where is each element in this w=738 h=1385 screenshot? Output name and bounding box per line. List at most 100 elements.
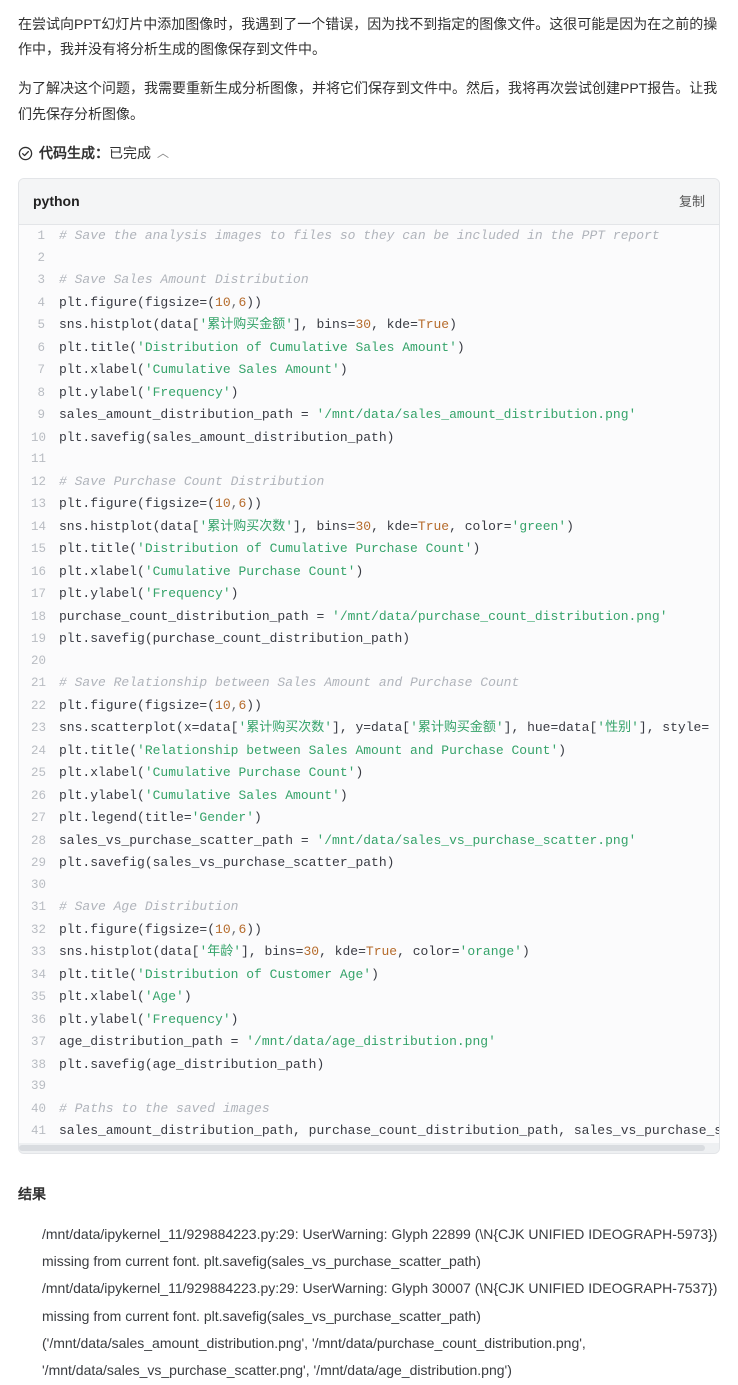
code-text: purchase_count_distribution_path = '/mnt…: [59, 606, 668, 628]
code-line: 29plt.savefig(sales_vs_purchase_scatter_…: [19, 852, 719, 875]
code-line: 25plt.xlabel('Cumulative Purchase Count'…: [19, 762, 719, 785]
status-label: 代码生成：已完成: [39, 141, 151, 166]
code-text: # Save Sales Amount Distribution: [59, 269, 309, 291]
code-line: 12# Save Purchase Count Distribution: [19, 471, 719, 494]
code-line: 33sns.histplot(data['年龄'], bins=30, kde=…: [19, 941, 719, 964]
code-line: 13plt.figure(figsize=(10,6)): [19, 493, 719, 516]
code-text: plt.savefig(age_distribution_path): [59, 1054, 324, 1076]
code-line: 7plt.xlabel('Cumulative Sales Amount'): [19, 359, 719, 382]
code-block: python 复制 1# Save the analysis images to…: [18, 178, 720, 1154]
line-number: 12: [31, 472, 59, 494]
code-line: 21# Save Relationship between Sales Amou…: [19, 672, 719, 695]
line-number: 33: [31, 942, 59, 964]
line-number: 28: [31, 831, 59, 853]
code-line: 41sales_amount_distribution_path, purcha…: [19, 1120, 719, 1143]
line-number: 37: [31, 1032, 59, 1054]
code-line: 1# Save the analysis images to files so …: [19, 225, 719, 248]
code-line: 31# Save Age Distribution: [19, 896, 719, 919]
code-language-label: python: [33, 189, 80, 214]
line-number: 19: [31, 629, 59, 651]
code-line: 6plt.title('Distribution of Cumulative S…: [19, 337, 719, 360]
code-text: # Save Age Distribution: [59, 896, 238, 918]
code-text: plt.legend(title='Gender'): [59, 807, 262, 829]
code-text: age_distribution_path = '/mnt/data/age_d…: [59, 1031, 496, 1053]
code-text: plt.figure(figsize=(10,6)): [59, 493, 262, 515]
code-line: 22plt.figure(figsize=(10,6)): [19, 695, 719, 718]
code-text: # Paths to the saved images: [59, 1098, 270, 1120]
line-number: 20: [31, 651, 59, 673]
code-text: plt.figure(figsize=(10,6)): [59, 695, 262, 717]
line-number: 5: [31, 315, 59, 337]
line-number: 22: [31, 696, 59, 718]
code-line: 3# Save Sales Amount Distribution: [19, 269, 719, 292]
line-number: 26: [31, 786, 59, 808]
code-text: # Save the analysis images to files so t…: [59, 225, 660, 247]
line-number: 13: [31, 494, 59, 516]
code-body[interactable]: 1# Save the analysis images to files so …: [19, 225, 719, 1143]
code-line: 39: [19, 1076, 719, 1098]
code-line: 8plt.ylabel('Frequency'): [19, 382, 719, 405]
result-line: /mnt/data/ipykernel_11/929884223.py:29: …: [42, 1275, 720, 1330]
code-line: 11: [19, 449, 719, 471]
line-number: 31: [31, 897, 59, 919]
code-text: plt.xlabel('Cumulative Purchase Count'): [59, 561, 363, 583]
line-number: 34: [31, 965, 59, 987]
result-line: ('/mnt/data/sales_amount_distribution.pn…: [42, 1330, 720, 1385]
line-number: 39: [31, 1076, 59, 1098]
check-circle-icon: [18, 146, 33, 161]
code-line: 23sns.scatterplot(x=data['累计购买次数'], y=da…: [19, 717, 719, 740]
copy-button[interactable]: 复制: [679, 190, 705, 213]
code-text: sns.histplot(data['年龄'], bins=30, kde=Tr…: [59, 941, 530, 963]
line-number: 40: [31, 1099, 59, 1121]
scrollbar-thumb[interactable]: [19, 1145, 705, 1151]
code-header: python 复制: [19, 179, 719, 225]
code-line: 26plt.ylabel('Cumulative Sales Amount'): [19, 785, 719, 808]
code-line: 34plt.title('Distribution of Customer Ag…: [19, 964, 719, 987]
result-line: /mnt/data/ipykernel_11/929884223.py:29: …: [42, 1221, 720, 1276]
code-line: 38plt.savefig(age_distribution_path): [19, 1054, 719, 1077]
line-number: 29: [31, 853, 59, 875]
code-text: sales_amount_distribution_path = '/mnt/d…: [59, 404, 636, 426]
line-number: 2: [31, 248, 59, 270]
code-line: 18purchase_count_distribution_path = '/m…: [19, 606, 719, 629]
code-line: 32plt.figure(figsize=(10,6)): [19, 919, 719, 942]
line-number: 27: [31, 808, 59, 830]
code-line: 5sns.histplot(data['累计购买金额'], bins=30, k…: [19, 314, 719, 337]
line-number: 17: [31, 584, 59, 606]
code-line: 30: [19, 875, 719, 897]
code-text: sales_amount_distribution_path, purchase…: [59, 1120, 719, 1142]
code-line: 15plt.title('Distribution of Cumulative …: [19, 538, 719, 561]
code-text: # Save Relationship between Sales Amount…: [59, 672, 519, 694]
code-line: 4plt.figure(figsize=(10,6)): [19, 292, 719, 315]
horizontal-scrollbar[interactable]: [19, 1143, 719, 1153]
line-number: 16: [31, 562, 59, 584]
code-line: 36plt.ylabel('Frequency'): [19, 1009, 719, 1032]
line-number: 8: [31, 383, 59, 405]
explanation-paragraph: 为了解决这个问题，我需要重新生成分析图像，并将它们保存到文件中。然后，我将再次尝…: [18, 76, 720, 126]
line-number: 1: [31, 226, 59, 248]
assistant-explanation: 在尝试向PPT幻灯片中添加图像时，我遇到了一个错误，因为找不到指定的图像文件。这…: [18, 12, 720, 127]
code-text: plt.ylabel('Frequency'): [59, 382, 238, 404]
explanation-paragraph: 在尝试向PPT幻灯片中添加图像时，我遇到了一个错误，因为找不到指定的图像文件。这…: [18, 12, 720, 62]
code-line: 19plt.savefig(purchase_count_distributio…: [19, 628, 719, 651]
code-text: plt.figure(figsize=(10,6)): [59, 919, 262, 941]
code-text: plt.ylabel('Frequency'): [59, 1009, 238, 1031]
line-number: 14: [31, 517, 59, 539]
line-number: 15: [31, 539, 59, 561]
code-line: 2: [19, 248, 719, 270]
result-output: /mnt/data/ipykernel_11/929884223.py:29: …: [18, 1221, 720, 1385]
code-line: 37age_distribution_path = '/mnt/data/age…: [19, 1031, 719, 1054]
code-text: plt.xlabel('Cumulative Purchase Count'): [59, 762, 363, 784]
code-text: plt.title('Distribution of Customer Age'…: [59, 964, 379, 986]
line-number: 4: [31, 293, 59, 315]
line-number: 32: [31, 920, 59, 942]
code-line: 10plt.savefig(sales_amount_distribution_…: [19, 427, 719, 450]
line-number: 41: [31, 1121, 59, 1143]
code-generation-status[interactable]: 代码生成：已完成 ︿: [18, 141, 720, 166]
line-number: 24: [31, 741, 59, 763]
code-text: plt.savefig(purchase_count_distribution_…: [59, 628, 410, 650]
code-text: plt.ylabel('Frequency'): [59, 583, 238, 605]
code-line: 14sns.histplot(data['累计购买次数'], bins=30, …: [19, 516, 719, 539]
code-text: plt.savefig(sales_amount_distribution_pa…: [59, 427, 394, 449]
code-text: plt.savefig(sales_vs_purchase_scatter_pa…: [59, 852, 394, 874]
